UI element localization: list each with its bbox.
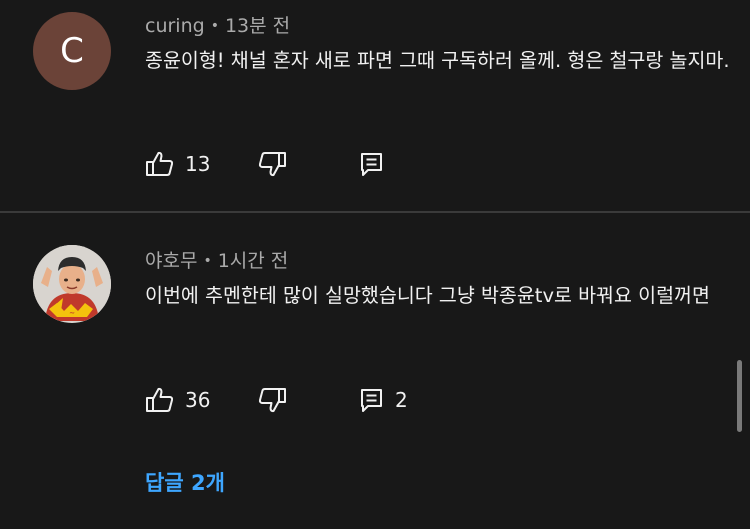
- separator-dot: •: [210, 18, 219, 34]
- like-button[interactable]: 13: [145, 148, 257, 180]
- comment-text: 이번에 추멘한테 많이 실망했습니다 그냥 박종윤tv로 바꿔요 이럴꺼면: [145, 284, 710, 307]
- like-count: 13: [185, 152, 211, 176]
- comment-text: 종윤이형! 채널 혼자 새로 파면 그때 구독하러 올께. 형은 철구랑 놀지마…: [145, 49, 730, 72]
- thumb-up-icon: [145, 150, 175, 178]
- comment-item: ~ 야호무 • 1시간 전 이번에 추멘한테 많이 실망했습니다 그냥 박종윤tv로…: [0, 213, 750, 529]
- reply-button[interactable]: [359, 148, 395, 180]
- like-button[interactable]: 36: [145, 384, 257, 416]
- comment-time[interactable]: 1시간 전: [218, 250, 289, 272]
- author-name[interactable]: curing: [145, 15, 205, 37]
- svg-text:~: ~: [69, 309, 75, 317]
- reply-icon: [359, 386, 385, 414]
- reply-button[interactable]: 2: [359, 384, 408, 416]
- comment-actions: 36 2: [145, 384, 408, 416]
- comment-item: C curing • 13분 전 종윤이형! 채널 혼자 새로 파면 그때 구독하러…: [0, 0, 750, 212]
- reply-count: 2: [395, 388, 408, 412]
- comment-meta: 야호무 • 1시간 전: [145, 246, 288, 273]
- avatar[interactable]: C: [33, 12, 111, 90]
- like-count: 36: [185, 388, 211, 412]
- reply-icon: [359, 150, 385, 178]
- dislike-button[interactable]: [257, 384, 359, 416]
- author-name[interactable]: 야호무: [145, 250, 197, 272]
- thumb-down-icon: [257, 386, 287, 414]
- avatar-letter: C: [60, 31, 84, 71]
- view-replies-link[interactable]: 답글 2개: [145, 467, 225, 497]
- comment-meta: curing • 13분 전: [145, 11, 290, 38]
- comment-time[interactable]: 13분 전: [225, 15, 290, 37]
- avatar[interactable]: ~: [33, 245, 111, 323]
- cartoon-man-avatar-icon: ~: [33, 245, 111, 323]
- comment-actions: 13: [145, 148, 395, 180]
- thumb-up-icon: [145, 386, 175, 414]
- scrollbar-thumb[interactable]: [737, 360, 742, 432]
- dislike-button[interactable]: [257, 148, 359, 180]
- separator-dot: •: [203, 253, 212, 269]
- thumb-down-icon: [257, 150, 287, 178]
